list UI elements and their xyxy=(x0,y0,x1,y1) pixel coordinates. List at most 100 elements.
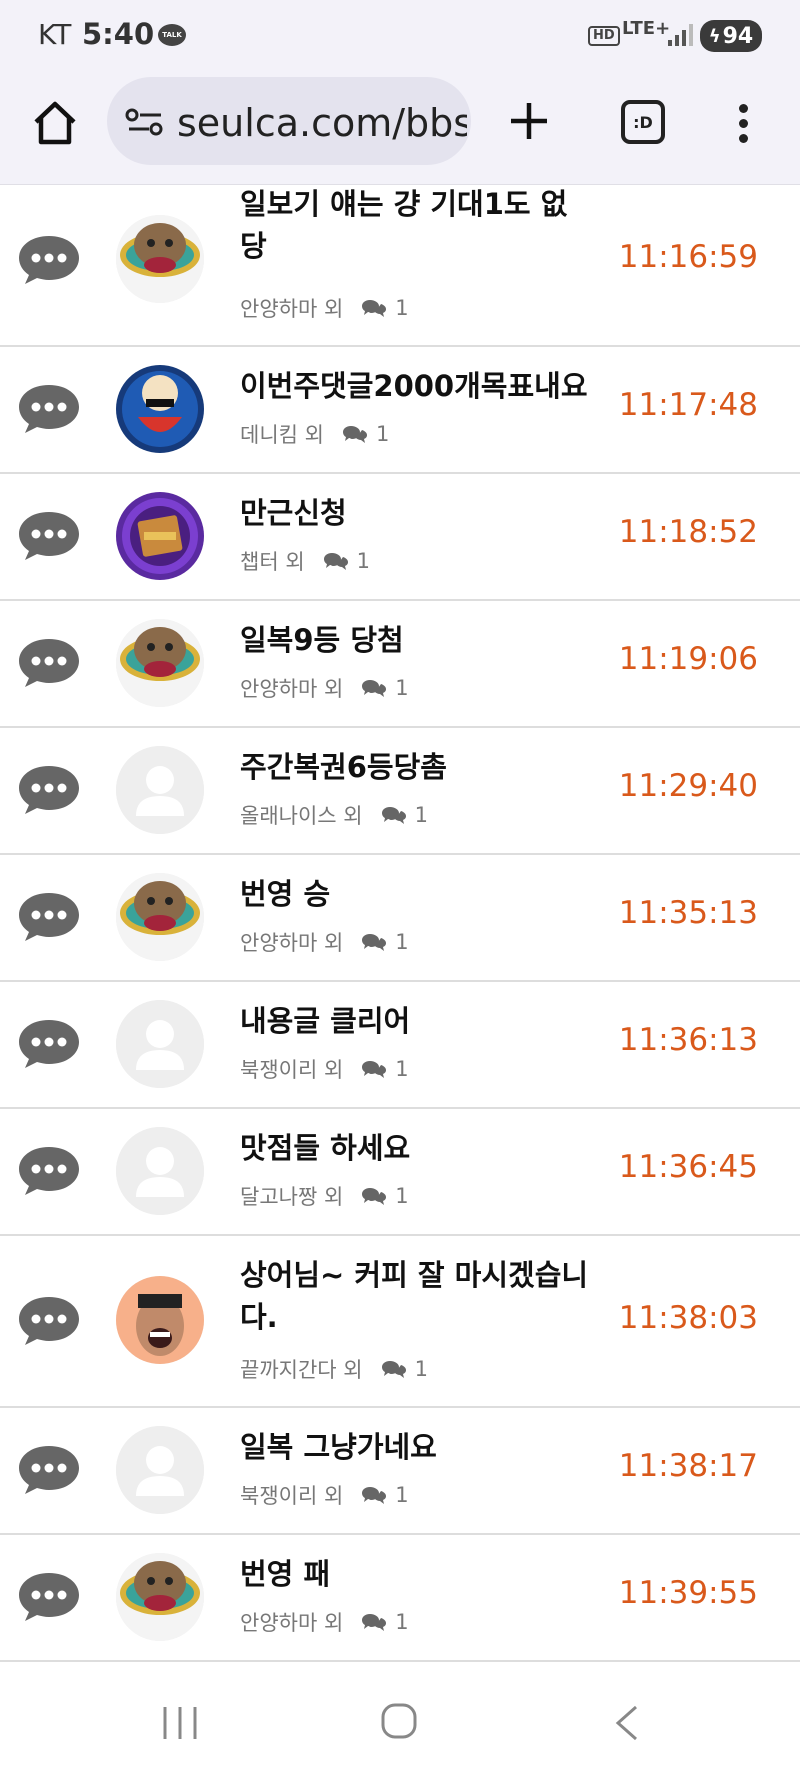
thread-row[interactable]: 일복 그냥가네요북쟁이리 외 1 11:38:17 xyxy=(0,1408,800,1535)
comment-icon xyxy=(361,1059,387,1079)
thread-row[interactable]: 이번주댓글2000개목표내요데니킴 외 1 11:17:48 xyxy=(0,347,800,474)
thread-meta: 북쟁이리 외 1 xyxy=(240,1480,409,1510)
thread-row[interactable]: 내용글 클리어북쟁이리 외 1 11:36:13 xyxy=(0,982,800,1109)
comment-icon xyxy=(323,551,349,571)
thread-row[interactable]: 맛점들 하세요 달고나짱 외 1 11:36:45 xyxy=(0,1109,800,1236)
thread-title[interactable]: 이번주댓글2000개목표내요 xyxy=(240,365,590,407)
address-bar[interactable]: seulca.com/bbs xyxy=(107,77,471,165)
comment-icon xyxy=(361,1612,387,1632)
chat-bubble-icon xyxy=(16,1569,82,1623)
back-chevron-icon xyxy=(615,1705,637,1741)
thread-row[interactable]: 주간복권6등당촘 올래나이스 외 1 11:29:40 xyxy=(0,728,800,855)
site-settings-icon[interactable] xyxy=(125,107,165,137)
comment-count: 1 xyxy=(414,803,428,827)
thread-time: 11:39:55 xyxy=(618,1575,758,1611)
hd-voice-icon: HD xyxy=(588,26,620,46)
chat-bubble-icon xyxy=(16,889,82,943)
thread-title[interactable]: 내용글 클리어 xyxy=(240,1000,590,1042)
comment-count: 1 xyxy=(395,1057,409,1081)
comment-count: 1 xyxy=(395,1610,409,1634)
thread-time: 11:35:13 xyxy=(618,895,758,931)
thread-meta: 북쟁이리 외 1 xyxy=(240,1054,409,1084)
thread-time: 11:36:13 xyxy=(618,1022,758,1058)
thread-title[interactable]: 맛점들 하세요 xyxy=(240,1127,590,1169)
thread-title[interactable]: 상어님~ 커피 잘 마시겠습니다. xyxy=(240,1254,590,1338)
chat-bubble-icon xyxy=(16,1293,82,1347)
more-vertical-icon xyxy=(736,104,750,143)
recent-apps-icon xyxy=(163,1707,197,1739)
author-name: 안양하마 외 xyxy=(240,1611,344,1635)
comment-icon xyxy=(381,1359,407,1379)
url-text[interactable]: seulca.com/bbs xyxy=(177,101,467,145)
thread-title[interactable]: 일복9등 당첨 xyxy=(240,619,590,661)
new-tab-button[interactable] xyxy=(506,98,552,144)
avatar xyxy=(116,873,204,961)
thread-row[interactable]: 일복9등 당첨안양하마 외 1 11:19:06 xyxy=(0,601,800,728)
carrier-label: KT xyxy=(38,18,72,51)
comment-icon xyxy=(361,1186,387,1206)
chat-bubble-icon xyxy=(16,1442,82,1496)
thread-title[interactable]: 번영 패 xyxy=(240,1553,590,1595)
thread-meta: 안양하마 외 1 xyxy=(240,293,409,323)
thread-title[interactable]: 번영 승 xyxy=(240,873,590,915)
thread-row[interactable]: 상어님~ 커피 잘 마시겠습니다. 끝까지간다 외 1 11:38:03 xyxy=(0,1236,800,1408)
status-clock: 5:40 xyxy=(82,17,155,51)
avatar xyxy=(116,365,204,453)
battery-icon: ϟ 94 xyxy=(700,20,762,52)
thread-title[interactable]: 주간복권6등당촘 xyxy=(240,746,590,788)
charging-bolt-icon: ϟ xyxy=(708,25,721,47)
comment-icon xyxy=(342,424,368,444)
thread-time: 11:16:59 xyxy=(618,239,758,275)
author-name: 끝까지간다 외 xyxy=(240,1358,363,1382)
thread-time: 11:17:48 xyxy=(618,387,758,423)
thread-time: 11:38:03 xyxy=(618,1300,758,1336)
thread-time: 11:36:45 xyxy=(618,1149,758,1185)
thread-meta: 안양하마 외 1 xyxy=(240,927,409,957)
thread-title[interactable]: 일복 그냥가네요 xyxy=(240,1426,590,1468)
thread-time: 11:29:40 xyxy=(618,768,758,804)
comment-count: 1 xyxy=(395,676,409,700)
avatar xyxy=(116,619,204,707)
author-name: 안양하마 외 xyxy=(240,931,344,955)
thread-row[interactable]: 일보기 얘는 걍 기대1도 없당안양하마 외 1 11:16:59 xyxy=(0,185,800,347)
plus-icon xyxy=(511,103,547,139)
thread-title[interactable]: 일보기 얘는 걍 기대1도 없당 xyxy=(240,185,590,267)
avatar xyxy=(116,1127,204,1215)
chat-bubble-icon xyxy=(16,232,82,286)
chat-bubble-icon xyxy=(16,1143,82,1197)
kakaotalk-notification-icon: TALK xyxy=(158,24,186,46)
avatar xyxy=(116,746,204,834)
nav-back-button[interactable] xyxy=(612,1704,642,1742)
browser-toolbar: seulca.com/bbs :D xyxy=(0,72,800,185)
comment-count: 1 xyxy=(375,422,390,446)
thread-row[interactable]: 번영 승11:43:34 xyxy=(0,1662,800,1670)
signal-strength-icon xyxy=(668,24,694,46)
home-button[interactable] xyxy=(30,98,80,148)
thread-title[interactable]: 만근신청 xyxy=(240,492,590,534)
chat-bubble-icon xyxy=(16,381,82,435)
nav-home-button[interactable] xyxy=(380,1702,418,1740)
author-name: 북쟁이리 외 xyxy=(240,1058,344,1082)
recent-apps-button[interactable] xyxy=(160,1705,200,1741)
author-name: 북쟁이리 외 xyxy=(240,1484,344,1508)
system-navigation-bar xyxy=(0,1670,800,1778)
thread-row[interactable]: 번영 패안양하마 외 1 11:39:55 xyxy=(0,1535,800,1662)
thread-row[interactable]: 만근신청 챕터 외 1 11:18:52 xyxy=(0,474,800,601)
comment-count: 1 xyxy=(395,930,409,954)
thread-time: 11:38:17 xyxy=(618,1448,758,1484)
battery-level: 94 xyxy=(722,23,754,49)
thread-row[interactable]: 번영 승안양하마 외 1 11:35:13 xyxy=(0,855,800,982)
browser-menu-button[interactable] xyxy=(736,104,750,144)
chat-bubble-icon xyxy=(16,635,82,689)
comment-icon xyxy=(361,1485,387,1505)
thread-time: 11:19:06 xyxy=(618,641,758,677)
author-name: 데니킴 외 xyxy=(240,423,324,447)
author-name: 안양하마 외 xyxy=(240,677,344,701)
avatar xyxy=(116,1276,204,1364)
comment-icon xyxy=(361,678,387,698)
tab-switcher-button[interactable]: :D xyxy=(621,100,665,144)
comment-count: 1 xyxy=(414,1357,428,1381)
chat-bubble-icon xyxy=(16,1016,82,1070)
avatar xyxy=(116,1426,204,1514)
thread-meta: 끝까지간다 외 1 xyxy=(240,1354,428,1384)
